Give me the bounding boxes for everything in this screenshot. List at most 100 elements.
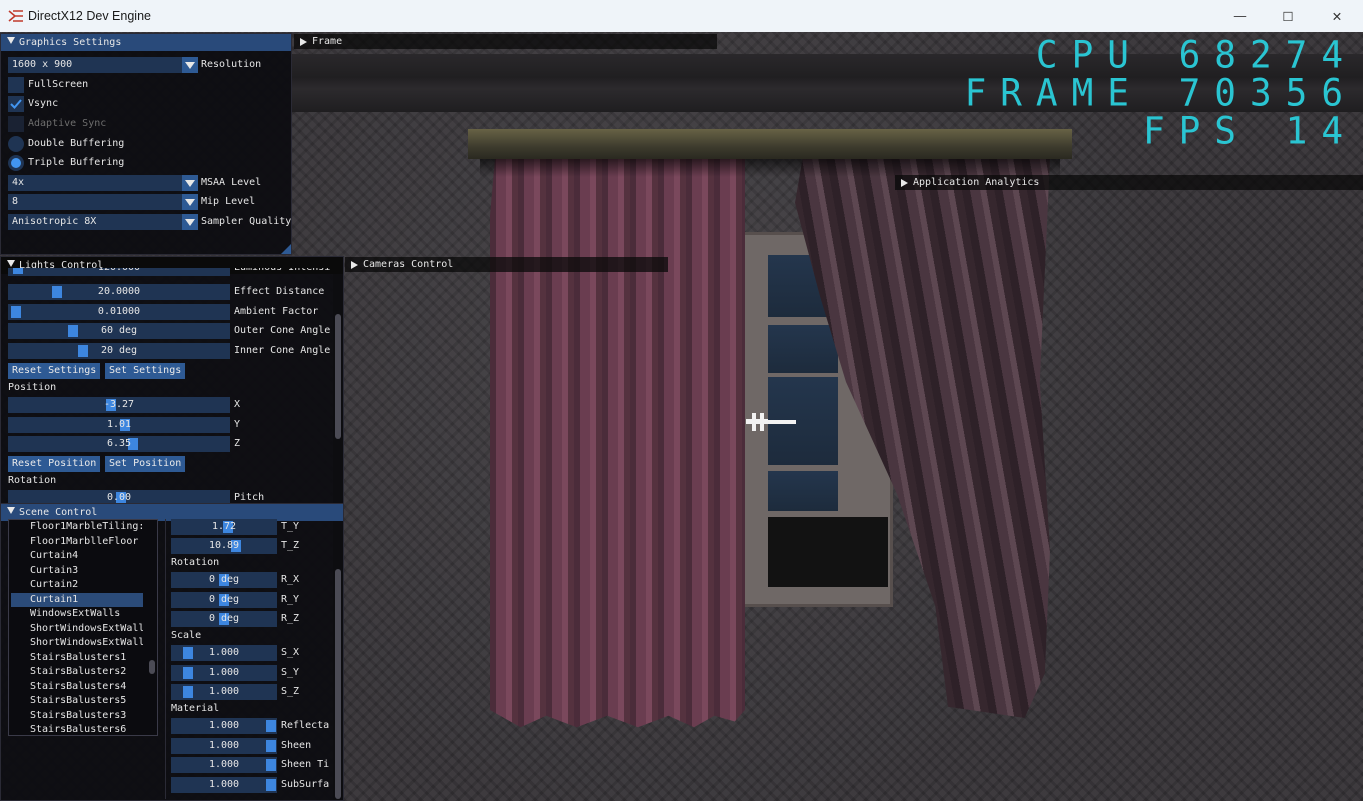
- graphics-settings-panel: Graphics Settings 1600 x 900 Resolution …: [0, 33, 292, 255]
- t-y-slider[interactable]: 1.72: [171, 519, 277, 535]
- cameras-panel-header[interactable]: Cameras Control: [345, 257, 668, 272]
- pos-x-slider[interactable]: -3.27: [8, 397, 230, 413]
- luminous-label: Luminous Intensi: [234, 268, 330, 276]
- reflectance-slider[interactable]: 1.000: [171, 718, 277, 734]
- panel-title: Scene Control: [19, 507, 98, 518]
- set-position-button[interactable]: Set Position: [105, 456, 186, 472]
- r-z-slider[interactable]: 0 deg: [171, 611, 277, 627]
- luminous-slider[interactable]: 120.000: [8, 268, 230, 276]
- mip-row: 8 Mip Level: [8, 194, 291, 210]
- list-item[interactable]: Curtain3: [11, 564, 143, 579]
- reflectance-label: Reflecta: [281, 720, 330, 731]
- list-item[interactable]: Curtain2: [11, 578, 143, 593]
- list-item[interactable]: StairsBalusters6: [11, 723, 143, 736]
- s-y-slider[interactable]: 1.000: [171, 665, 277, 681]
- scrollbar-thumb[interactable]: [149, 660, 155, 674]
- resolution-row: 1600 x 900 Resolution: [8, 57, 291, 73]
- window-title-bar[interactable]: DirectX12 Dev Engine — ☐ ✕: [0, 0, 1363, 32]
- list-item[interactable]: StairsBalusters3: [11, 709, 143, 724]
- panel-title: Graphics Settings: [19, 37, 122, 48]
- ambient-slider[interactable]: 0.01000: [8, 304, 230, 320]
- s-x-label: S_X: [281, 647, 300, 658]
- vsync-checkbox[interactable]: [8, 96, 24, 112]
- scene-control-panel: Scene Control Floor1MarbleTiling: Floor1…: [0, 503, 344, 801]
- pos-y-slider[interactable]: 1.01: [8, 417, 230, 433]
- list-item[interactable]: ShortWindowsExtWall:: [11, 636, 143, 651]
- scene-scrollbar[interactable]: [333, 521, 343, 800]
- inner-cone-slider[interactable]: 20 deg: [8, 343, 230, 359]
- pos-x-row: -3.27 X: [8, 397, 338, 413]
- resize-grip[interactable]: [281, 244, 291, 254]
- adaptive-sync-row: Adaptive Sync: [8, 116, 291, 132]
- collapse-arrow-icon: [351, 261, 358, 269]
- adaptive-sync-checkbox[interactable]: [8, 116, 24, 132]
- list-item[interactable]: Floor1MarbleTiling:: [11, 520, 143, 535]
- luminous-row: 120.000 Luminous Intensi: [8, 268, 338, 276]
- close-button[interactable]: ✕: [1314, 0, 1360, 32]
- mip-combo[interactable]: 8: [8, 194, 183, 210]
- t-z-row: 10.89 T_Z: [171, 538, 336, 554]
- list-item-selected[interactable]: Curtain1: [11, 592, 143, 607]
- panel-title-bar[interactable]: Graphics Settings: [1, 34, 291, 51]
- list-item[interactable]: Floor1MarblleFloor: [11, 535, 143, 550]
- list-item[interactable]: StairsBalusters5: [11, 694, 143, 709]
- effect-distance-row: 20.0000 Effect Distance: [8, 284, 338, 300]
- scrollbar-thumb[interactable]: [335, 314, 341, 439]
- hud-frame: FRAME 70356: [964, 71, 1357, 115]
- list-item[interactable]: WindowsExtWalls: [11, 607, 143, 622]
- list-item[interactable]: StairsBalusters2: [11, 665, 143, 680]
- list-item[interactable]: StairsBalusters1: [11, 651, 143, 666]
- t-z-slider[interactable]: 10.89: [171, 538, 277, 554]
- effect-distance-slider[interactable]: 20.0000: [8, 284, 230, 300]
- frame-panel-header[interactable]: Frame: [294, 34, 717, 49]
- ambient-row: 0.01000 Ambient Factor: [8, 304, 338, 320]
- pos-y-label: Y: [234, 419, 241, 430]
- list-item[interactable]: ShortWindowsExtWall:: [11, 622, 143, 637]
- sheen-tint-label: Sheen Ti: [281, 759, 330, 770]
- window-pane: [768, 325, 838, 373]
- sheen-slider[interactable]: 1.000: [171, 738, 277, 754]
- checkmark-icon: [10, 99, 22, 109]
- effect-distance-label: Effect Distance: [234, 286, 325, 297]
- sheen-tint-slider[interactable]: 1.000: [171, 757, 277, 773]
- lights-scrollbar[interactable]: [333, 274, 343, 504]
- msaa-combo[interactable]: 4x: [8, 175, 183, 191]
- fullscreen-checkbox[interactable]: [8, 77, 24, 93]
- s-z-label: S_Z: [281, 686, 300, 697]
- s-x-slider[interactable]: 1.000: [171, 645, 277, 661]
- msaa-row: 4x MSAA Level: [8, 175, 291, 191]
- chevron-down-icon[interactable]: [182, 175, 198, 191]
- rotation-header: Rotation: [171, 557, 220, 568]
- minimize-button[interactable]: —: [1217, 0, 1263, 32]
- sampler-combo[interactable]: Anisotropic 8X: [8, 214, 183, 230]
- chevron-down-icon[interactable]: [182, 57, 198, 73]
- collapse-arrow-icon: [7, 37, 15, 44]
- double-buffering-radio[interactable]: [8, 136, 24, 152]
- app-logo-icon: [8, 10, 23, 22]
- reset-settings-button[interactable]: Reset Settings: [8, 363, 101, 379]
- chevron-down-icon[interactable]: [182, 214, 198, 230]
- r-x-slider[interactable]: 0 deg: [171, 572, 277, 588]
- collapse-arrow-icon: [300, 38, 307, 46]
- triple-buffering-row: Triple Buffering: [8, 155, 291, 171]
- reset-position-button[interactable]: Reset Position: [8, 456, 101, 472]
- minimize-icon: —: [1233, 9, 1247, 23]
- resolution-combo[interactable]: 1600 x 900: [8, 57, 183, 73]
- maximize-button[interactable]: ☐: [1265, 0, 1311, 32]
- list-scrollbar[interactable]: [147, 520, 157, 735]
- set-settings-button[interactable]: Set Settings: [105, 363, 186, 379]
- triple-buffering-radio[interactable]: [8, 155, 24, 171]
- analytics-panel-header[interactable]: Application Analytics: [895, 175, 1363, 190]
- s-z-slider[interactable]: 1.000: [171, 684, 277, 700]
- pos-z-slider[interactable]: 6.35: [8, 436, 230, 452]
- chevron-down-icon[interactable]: [182, 194, 198, 210]
- list-item[interactable]: StairsBalusters4: [11, 680, 143, 695]
- panel-title: Frame: [312, 36, 343, 47]
- scene-object-list[interactable]: Floor1MarbleTiling: Floor1MarblleFloor C…: [8, 519, 158, 736]
- pos-z-row: 6.35 Z: [8, 436, 338, 452]
- subsurface-slider[interactable]: 1.000: [171, 777, 277, 793]
- list-item[interactable]: Curtain4: [11, 549, 143, 564]
- r-y-slider[interactable]: 0 deg: [171, 592, 277, 608]
- outer-cone-slider[interactable]: 60 deg: [8, 323, 230, 339]
- scrollbar-thumb[interactable]: [335, 569, 341, 799]
